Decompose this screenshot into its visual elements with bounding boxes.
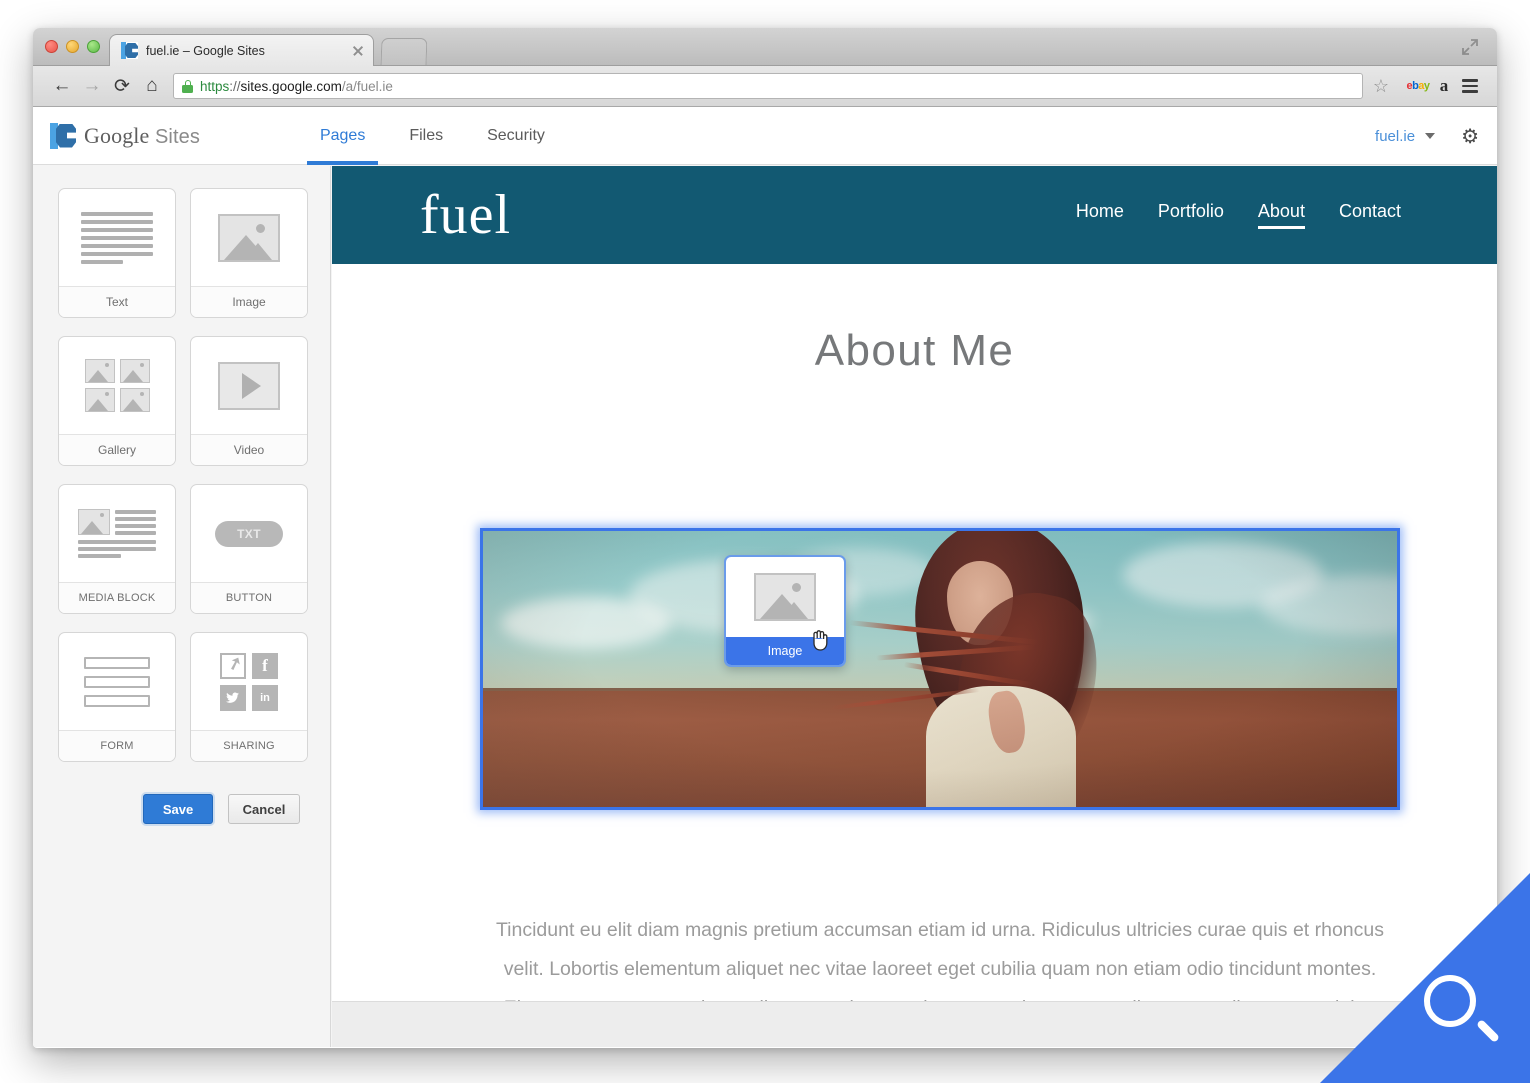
site-nav-about[interactable]: About [1257,201,1306,229]
widget-tile-video[interactable]: Video [190,336,308,466]
form-fields-icon [59,633,175,730]
minimize-window-button[interactable] [66,40,79,53]
widget-label: Video [191,434,307,465]
sites-app-header: Google Sites Pages Files Security fuel.i… [33,107,1497,165]
ebay-extension-icon[interactable]: ebay [1405,80,1431,92]
sites-tab-bar: Pages Files Security [306,107,576,165]
logo-google-text: Google [84,122,150,148]
google-sites-logo[interactable]: Google Sites [50,122,200,149]
browser-window: fuel.ie – Google Sites ← → ⟳ ⌂ https ://… [33,28,1497,1048]
google-sites-favicon [121,42,138,59]
close-icon[interactable] [351,44,365,58]
save-button[interactable]: Save [143,794,213,824]
window-traffic-lights [45,40,100,53]
tab-security[interactable]: Security [474,107,558,165]
facebook-icon: f [252,652,278,679]
google-sites-mark-icon [50,122,76,149]
sidebar-action-buttons: Save Cancel [143,794,330,824]
account-area: fuel.ie ⚙ [1375,107,1479,165]
secure-lock-icon [182,79,193,93]
widget-label: BUTTON [191,582,307,613]
image-placeholder-icon [191,189,307,286]
widget-tile-gallery[interactable]: Gallery [58,336,176,466]
page-title: About Me [814,326,1015,375]
linkedin-icon: in [252,684,278,711]
canvas-footer [332,1001,1497,1047]
amazon-extension-icon[interactable]: a [1431,76,1457,96]
widget-grid: Text Image Gallery Video MEDIA BLOCK TXT… [58,188,330,762]
grabbing-hand-cursor [810,626,832,652]
tab-files[interactable]: Files [396,107,456,165]
back-button[interactable]: ← [47,71,77,101]
bookmark-star-icon[interactable]: ☆ [1371,76,1391,96]
site-logo[interactable]: fuel [420,187,511,243]
chrome-menu-icon[interactable] [1457,79,1483,93]
gallery-grid-icon [59,337,175,434]
home-button[interactable]: ⌂ [137,71,167,101]
widget-label: SHARING [191,730,307,761]
widget-label: FORM [59,730,175,761]
logo-sites-text: Sites [154,125,200,148]
reload-button[interactable]: ⟳ [107,71,137,101]
widget-tile-text[interactable]: Text [58,188,176,318]
button-pill-icon: TXT [191,485,307,582]
widget-tile-image[interactable]: Image [190,188,308,318]
cancel-button[interactable]: Cancel [228,794,300,824]
image-placeholder-icon [726,557,844,637]
woman-with-windblown-hair-in-field-photo [483,531,1397,807]
site-nav-portfolio[interactable]: Portfolio [1158,201,1224,229]
text-lines-icon [59,189,175,286]
widget-label: Image [191,286,307,317]
site-nav: Home Portfolio About Contact [1076,201,1401,229]
gear-icon[interactable]: ⚙ [1461,124,1479,149]
widget-label: Gallery [59,434,175,465]
close-window-button[interactable] [45,40,58,53]
widget-tile-sharing[interactable]: ➚ f in SHARING [190,632,308,762]
share-arrow-icon: ➚ [220,652,246,679]
site-nav-contact[interactable]: Contact [1339,201,1401,229]
widget-label: MEDIA BLOCK [59,582,175,613]
twitter-icon [220,684,246,711]
browser-toolbar: ← → ⟳ ⌂ https :// sites.google.com /a/fu… [33,66,1497,107]
url-separator: :// [229,78,241,94]
zoom-window-button[interactable] [87,40,100,53]
widget-tile-media-block[interactable]: MEDIA BLOCK [58,484,176,614]
video-play-icon [191,337,307,434]
social-sharing-icon: ➚ f in [191,633,307,730]
browser-tab[interactable]: fuel.ie – Google Sites [109,34,374,66]
hero-image-block[interactable] [480,528,1400,810]
button-tile-text: TXT [215,520,283,547]
address-bar[interactable]: https :// sites.google.com /a/fuel.ie [173,73,1363,99]
google-sites-app: Google Sites Pages Files Security fuel.i… [33,107,1497,1047]
fullscreen-icon[interactable] [1461,38,1479,56]
browser-tab-strip: fuel.ie – Google Sites [33,28,1497,66]
url-host: sites.google.com [240,78,342,94]
media-block-icon [59,485,175,582]
forward-button[interactable]: → [77,71,107,101]
widget-palette-sidebar: Text Image Gallery Video MEDIA BLOCK TXT… [33,166,331,1047]
widget-label: Text [59,286,175,317]
widget-tile-form[interactable]: FORM [58,632,176,762]
logo-wordmark: Google Sites [84,123,200,149]
tab-pages[interactable]: Pages [306,107,379,165]
site-nav-home[interactable]: Home [1076,201,1124,229]
widget-tile-button[interactable]: TXT BUTTON [190,484,308,614]
chevron-down-icon[interactable] [1425,133,1436,139]
new-tab-button[interactable] [380,38,428,65]
tab-title: fuel.ie – Google Sites [146,43,265,58]
site-header: fuel Home Portfolio About Contact [332,166,1497,264]
url-path: /a/fuel.ie [341,78,393,94]
url-scheme: https [200,78,230,94]
site-preview-canvas: fuel Home Portfolio About Contact About … [332,166,1497,1047]
account-name[interactable]: fuel.ie [1375,128,1415,145]
